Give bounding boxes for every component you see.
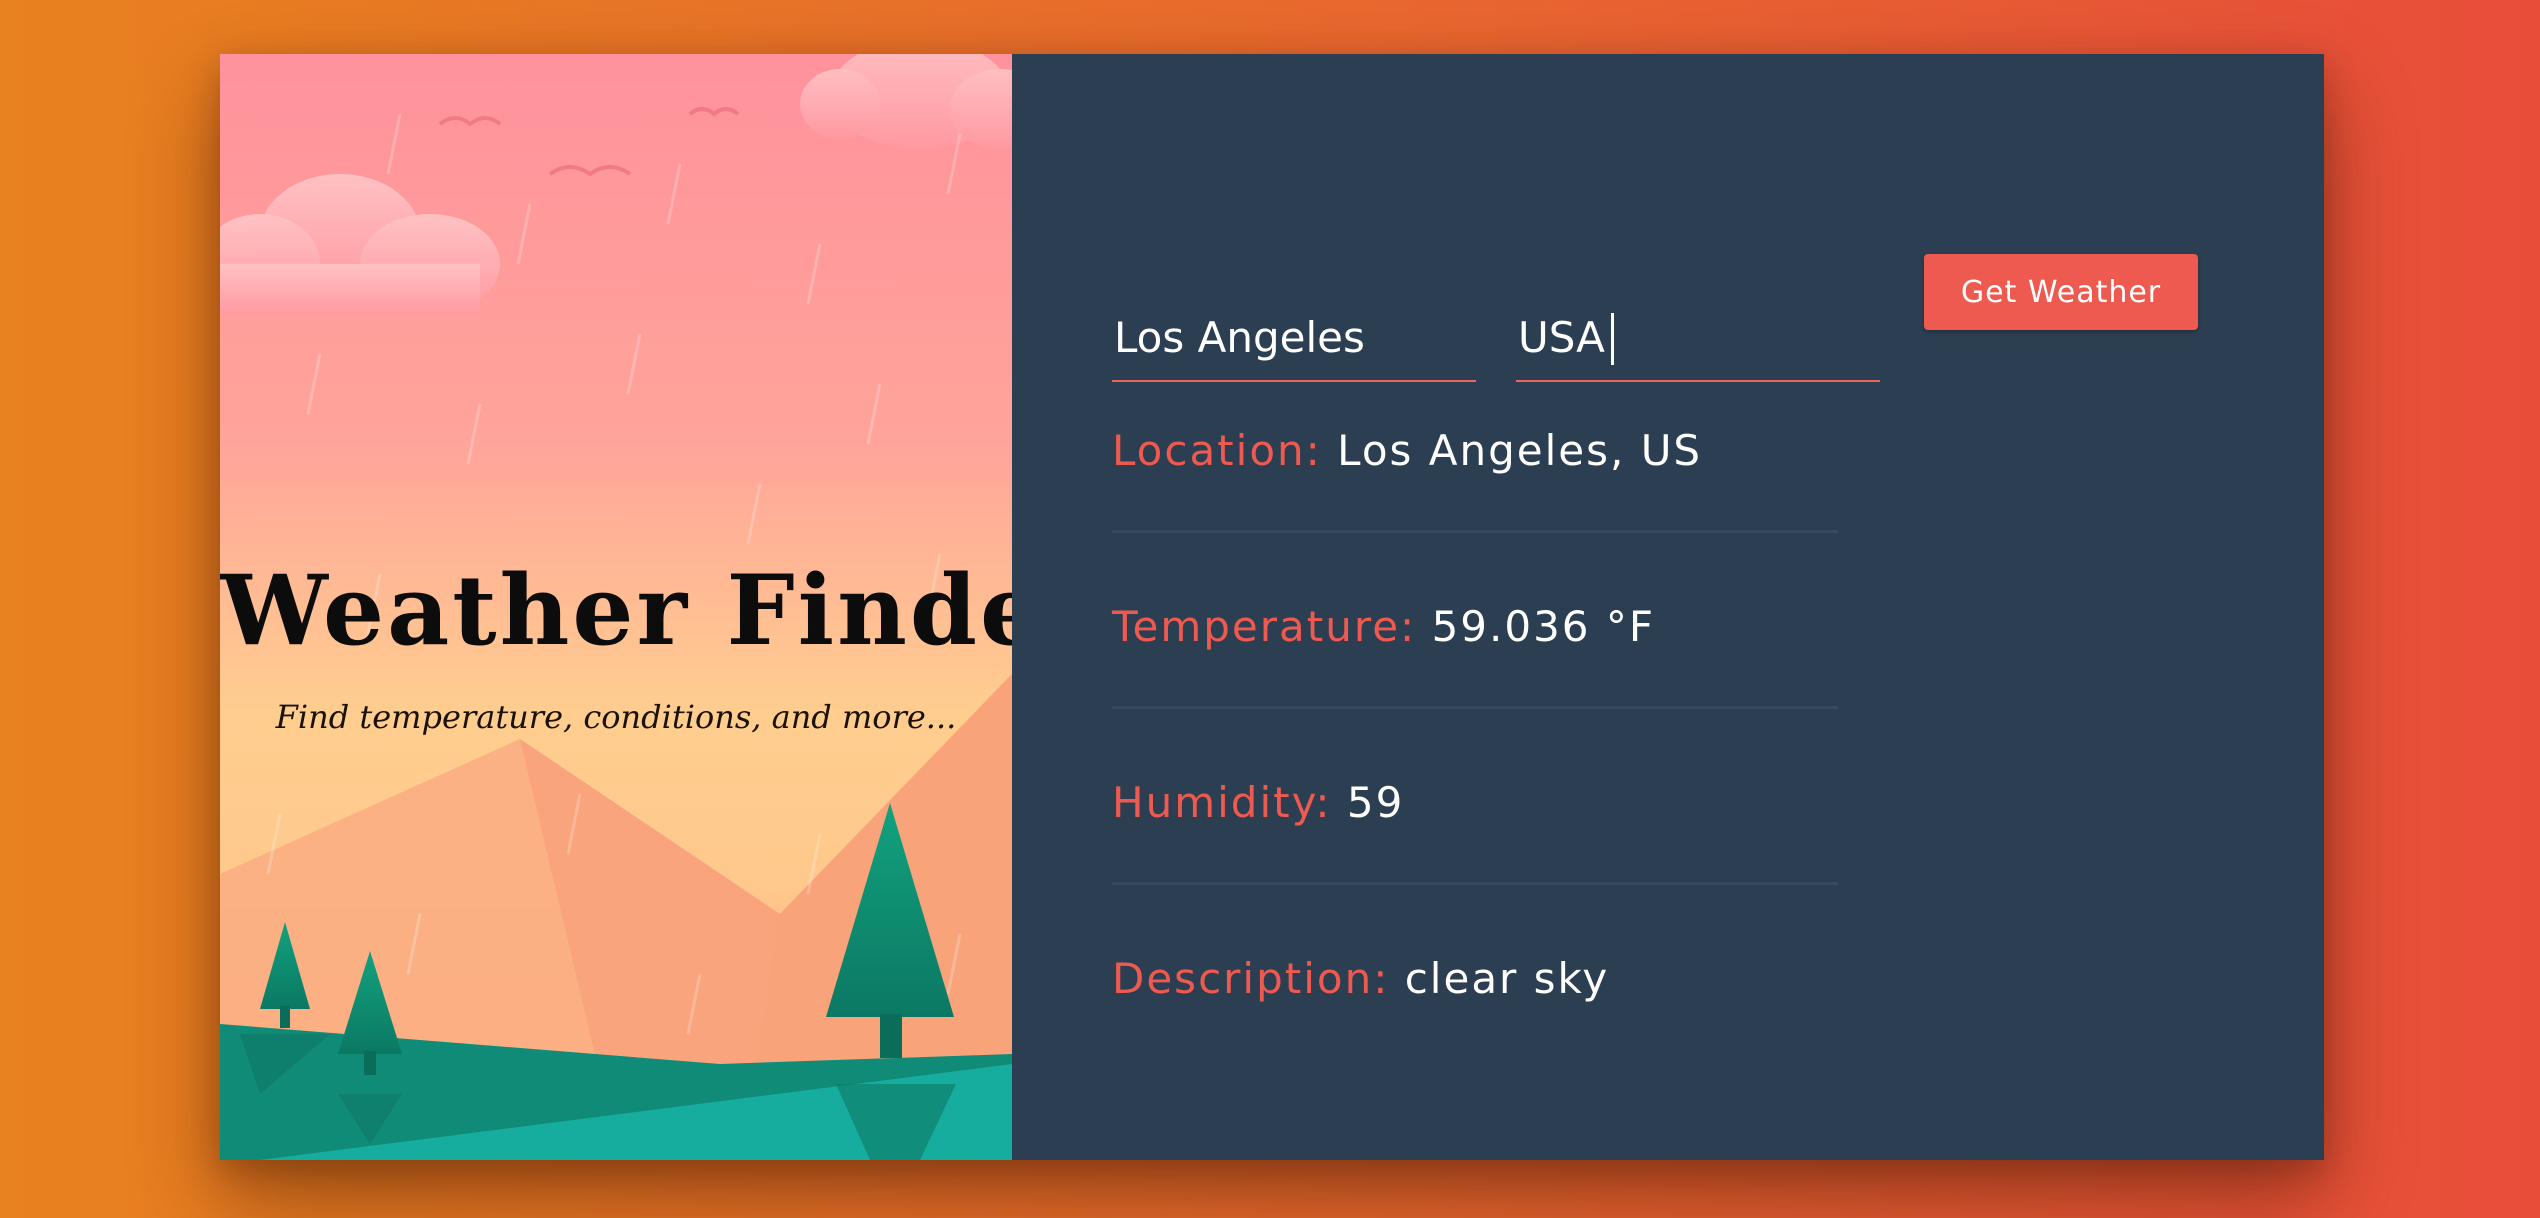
location-label: Location: bbox=[1112, 426, 1322, 475]
divider bbox=[1112, 706, 1838, 709]
divider bbox=[1112, 530, 1838, 533]
humidity-label: Humidity: bbox=[1112, 778, 1332, 827]
divider bbox=[1112, 882, 1838, 885]
result-description: Description: clear sky bbox=[1112, 954, 1838, 1054]
hero-panel: Weather Finder Find temperature, conditi… bbox=[220, 54, 1012, 1160]
temperature-value: 59.036 °F bbox=[1431, 602, 1656, 651]
app-subtitle: Find temperature, conditions, and more..… bbox=[275, 698, 957, 736]
result-temperature: Temperature: 59.036 °F bbox=[1112, 602, 1838, 702]
location-value: Los Angeles, US bbox=[1337, 426, 1703, 475]
humidity-value: 59 bbox=[1346, 778, 1405, 827]
text-cursor bbox=[1611, 313, 1614, 365]
city-input[interactable] bbox=[1112, 294, 1476, 382]
weather-app-card: Weather Finder Find temperature, conditi… bbox=[220, 54, 2324, 1160]
app-title: Weather Finder bbox=[220, 554, 1012, 667]
temperature-label: Temperature: bbox=[1112, 602, 1417, 651]
country-input[interactable] bbox=[1516, 294, 1880, 382]
weather-panel: Get Weather Location: Los Angeles, US Te… bbox=[1012, 54, 2324, 1160]
description-label: Description: bbox=[1112, 954, 1390, 1003]
result-humidity: Humidity: 59 bbox=[1112, 778, 1838, 878]
result-location: Location: Los Angeles, US bbox=[1112, 426, 1838, 526]
get-weather-button[interactable]: Get Weather bbox=[1924, 254, 2198, 330]
description-value: clear sky bbox=[1404, 954, 1610, 1003]
